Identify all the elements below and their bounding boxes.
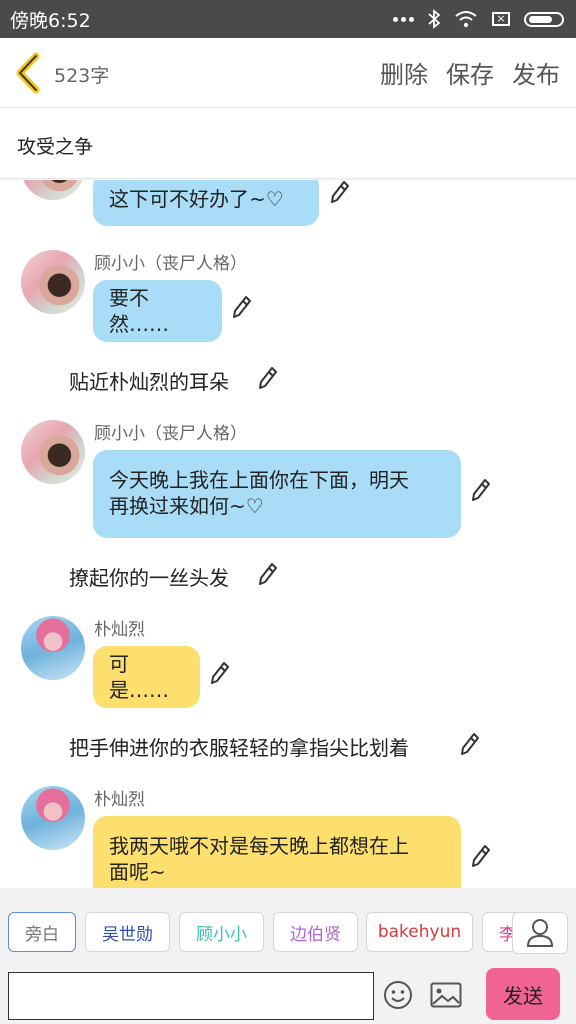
wifi-icon xyxy=(455,11,477,28)
pencil-icon[interactable] xyxy=(460,732,480,756)
image-icon[interactable] xyxy=(430,982,462,1008)
pencil-icon[interactable] xyxy=(471,844,491,868)
message-bubble[interactable]: 可是…… xyxy=(93,646,200,708)
no-sim-icon: × xyxy=(492,12,510,26)
delete-button[interactable]: 删除 xyxy=(380,55,428,90)
pencil-icon[interactable] xyxy=(330,180,350,204)
message-bubble[interactable]: 我两天哦不对是每天晚上都想在上 面呢~ xyxy=(93,816,461,888)
send-button[interactable]: 发送 xyxy=(486,968,560,1020)
status-time: 傍晚6:52 xyxy=(10,9,91,32)
message-text: 要不然…… xyxy=(109,286,169,336)
bluetooth-icon xyxy=(428,9,440,29)
message-text: 这下可不好办了~♡ xyxy=(109,187,284,211)
person-glyph-icon xyxy=(526,919,554,947)
pencil-icon[interactable] xyxy=(232,295,252,319)
speaker-name: 朴灿烈 xyxy=(94,620,145,640)
message-text: 我两天哦不对是每天晚上都想在上 xyxy=(109,834,409,858)
message-text: 今天晚上我在上面你在下面，明天 xyxy=(109,468,409,492)
message-bubble[interactable]: 要不然…… xyxy=(93,280,222,342)
pencil-icon[interactable] xyxy=(471,478,491,502)
story-title: 攻受之争 xyxy=(17,136,94,158)
narration-text[interactable]: 撩起你的一丝头发 xyxy=(69,562,229,591)
role-chip[interactable]: 边伯贤 xyxy=(273,912,358,952)
speaker-name: 朴灿烈 xyxy=(94,790,145,810)
status-bar: 傍晚6:52 × xyxy=(0,0,576,38)
message-text: 可是…… xyxy=(109,652,169,702)
role-selector-bar: 旁白 吴世勋 顾小小 边伯贤 bakehyun 李 xyxy=(0,888,576,968)
publish-button[interactable]: 发布 xyxy=(512,55,560,90)
role-chip[interactable]: 顾小小 xyxy=(179,912,264,952)
role-chip[interactable]: bakehyun xyxy=(366,912,473,952)
header-actions: 删除 保存 发布 xyxy=(380,55,560,90)
pencil-icon[interactable] xyxy=(258,562,278,586)
message-input[interactable] xyxy=(8,972,374,1020)
avatar xyxy=(21,250,85,314)
word-count: 523字 xyxy=(54,65,110,87)
save-button[interactable]: 保存 xyxy=(446,55,494,90)
avatar xyxy=(21,786,85,850)
message-bubble[interactable]: 今天晚上我在上面你在下面，明天 再换过来如何~♡ xyxy=(93,450,461,538)
chat-area[interactable]: 这下可不好办了~♡ 顾小小（丧尸人格） 要不然…… 贴近朴灿烈的耳朵 顾小小（丧… xyxy=(0,180,576,888)
smiley-icon[interactable] xyxy=(383,980,413,1010)
speaker-name: 顾小小（丧尸人格） xyxy=(94,424,247,444)
pencil-icon[interactable] xyxy=(210,661,230,685)
person-icon[interactable] xyxy=(512,912,568,954)
chevron-left-icon[interactable] xyxy=(12,52,46,94)
role-chip[interactable]: 吴世勋 xyxy=(85,912,170,952)
avatar xyxy=(21,616,85,680)
role-chip-narrator[interactable]: 旁白 xyxy=(8,912,76,952)
story-title-bar[interactable]: 攻受之争 xyxy=(0,108,576,179)
message-text: 再换过来如何~♡ xyxy=(109,494,264,518)
narration-text[interactable]: 贴近朴灿烈的耳朵 xyxy=(69,366,229,395)
avatar xyxy=(21,180,85,200)
message-text: 面呢~ xyxy=(109,860,166,884)
speaker-name: 顾小小（丧尸人格） xyxy=(94,254,247,274)
message-bubble[interactable]: 这下可不好办了~♡ xyxy=(93,180,319,226)
editor-header: 523字 删除 保存 发布 xyxy=(0,38,576,108)
battery-icon xyxy=(524,11,564,27)
status-icons: × xyxy=(393,9,564,29)
avatar xyxy=(21,420,85,484)
pencil-icon[interactable] xyxy=(258,366,278,390)
more-dots-icon xyxy=(393,16,414,22)
narration-text[interactable]: 把手伸进你的衣服轻轻的拿指尖比划着 xyxy=(69,732,409,761)
